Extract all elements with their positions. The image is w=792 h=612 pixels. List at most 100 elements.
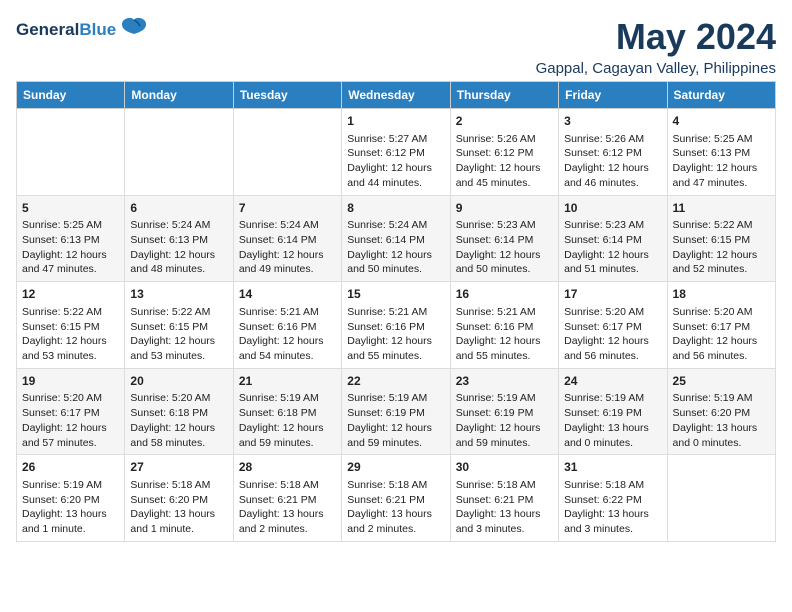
day-number: 16 xyxy=(456,286,553,303)
day-cell xyxy=(125,109,233,196)
page-subtitle: Gappal, Cagayan Valley, Philippines xyxy=(536,60,776,77)
day-cell: 20Sunrise: 5:20 AM Sunset: 6:18 PM Dayli… xyxy=(125,368,233,455)
day-cell: 10Sunrise: 5:23 AM Sunset: 6:14 PM Dayli… xyxy=(559,195,667,282)
day-cell: 30Sunrise: 5:18 AM Sunset: 6:21 PM Dayli… xyxy=(450,455,558,542)
day-number: 7 xyxy=(239,200,336,217)
day-cell: 7Sunrise: 5:24 AM Sunset: 6:14 PM Daylig… xyxy=(233,195,341,282)
day-cell: 9Sunrise: 5:23 AM Sunset: 6:14 PM Daylig… xyxy=(450,195,558,282)
day-info: Sunrise: 5:24 AM Sunset: 6:14 PM Dayligh… xyxy=(239,218,336,277)
day-info: Sunrise: 5:21 AM Sunset: 6:16 PM Dayligh… xyxy=(456,305,553,364)
day-info: Sunrise: 5:23 AM Sunset: 6:14 PM Dayligh… xyxy=(564,218,661,277)
header-sunday: Sunday xyxy=(17,82,125,109)
page-header: GeneralBlue May 2024 Gappal, Cagayan Val… xyxy=(16,16,776,77)
day-cell: 6Sunrise: 5:24 AM Sunset: 6:13 PM Daylig… xyxy=(125,195,233,282)
day-info: Sunrise: 5:22 AM Sunset: 6:15 PM Dayligh… xyxy=(22,305,119,364)
day-info: Sunrise: 5:20 AM Sunset: 6:17 PM Dayligh… xyxy=(22,391,119,450)
day-cell: 25Sunrise: 5:19 AM Sunset: 6:20 PM Dayli… xyxy=(667,368,775,455)
logo: GeneralBlue xyxy=(16,16,148,43)
header-row: SundayMondayTuesdayWednesdayThursdayFrid… xyxy=(17,82,776,109)
day-info: Sunrise: 5:25 AM Sunset: 6:13 PM Dayligh… xyxy=(673,132,770,191)
day-cell: 12 Sunrise: 5:22 AM Sunset: 6:15 PM Dayli… xyxy=(17,282,125,369)
header-saturday: Saturday xyxy=(667,82,775,109)
day-number: 19 xyxy=(22,373,119,390)
day-number: 6 xyxy=(130,200,227,217)
day-number: 3 xyxy=(564,113,661,130)
day-cell: 15 Sunrise: 5:21 AM Sunset: 6:16 PM Dayli… xyxy=(342,282,450,369)
day-cell: 1Sunrise: 5:27 AM Sunset: 6:12 PM Daylig… xyxy=(342,109,450,196)
day-cell: 22Sunrise: 5:19 AM Sunset: 6:19 PM Dayli… xyxy=(342,368,450,455)
day-cell: 29Sunrise: 5:18 AM Sunset: 6:21 PM Dayli… xyxy=(342,455,450,542)
day-number: 9 xyxy=(456,200,553,217)
day-info: Sunrise: 5:22 AM Sunset: 6:15 PM Dayligh… xyxy=(130,305,227,364)
week-row-2: 5Sunrise: 5:25 AM Sunset: 6:13 PM Daylig… xyxy=(17,195,776,282)
day-number: 23 xyxy=(456,373,553,390)
day-cell: 19Sunrise: 5:20 AM Sunset: 6:17 PM Dayli… xyxy=(17,368,125,455)
header-wednesday: Wednesday xyxy=(342,82,450,109)
day-number: 20 xyxy=(130,373,227,390)
day-cell: 24Sunrise: 5:19 AM Sunset: 6:19 PM Dayli… xyxy=(559,368,667,455)
day-info: Sunrise: 5:20 AM Sunset: 6:17 PM Dayligh… xyxy=(673,305,770,364)
day-cell: 17 Sunrise: 5:20 AM Sunset: 6:17 PM Dayli… xyxy=(559,282,667,369)
day-number: 10 xyxy=(564,200,661,217)
day-number: 21 xyxy=(239,373,336,390)
day-number: 30 xyxy=(456,459,553,476)
day-info: Sunrise: 5:21 AM Sunset: 6:16 PM Dayligh… xyxy=(347,305,444,364)
day-number: 25 xyxy=(673,373,770,390)
day-number: 14 xyxy=(239,286,336,303)
logo-blue: Blue xyxy=(79,20,116,39)
day-info: Sunrise: 5:19 AM Sunset: 6:19 PM Dayligh… xyxy=(456,391,553,450)
week-row-5: 26 Sunrise: 5:19 AM Sunset: 6:20 PM Dayli… xyxy=(17,455,776,542)
day-info: Sunrise: 5:24 AM Sunset: 6:13 PM Dayligh… xyxy=(130,218,227,277)
day-cell: 23Sunrise: 5:19 AM Sunset: 6:19 PM Dayli… xyxy=(450,368,558,455)
day-info: Sunrise: 5:26 AM Sunset: 6:12 PM Dayligh… xyxy=(564,132,661,191)
header-monday: Monday xyxy=(125,82,233,109)
day-info: Sunrise: 5:19 AM Sunset: 6:19 PM Dayligh… xyxy=(347,391,444,450)
day-cell: 2 Sunrise: 5:26 AM Sunset: 6:12 PM Daylig… xyxy=(450,109,558,196)
title-section: May 2024 Gappal, Cagayan Valley, Philipp… xyxy=(536,16,776,77)
day-info: Sunrise: 5:18 AM Sunset: 6:21 PM Dayligh… xyxy=(239,478,336,537)
week-row-1: 1Sunrise: 5:27 AM Sunset: 6:12 PM Daylig… xyxy=(17,109,776,196)
day-number: 13 xyxy=(130,286,227,303)
day-info: Sunrise: 5:27 AM Sunset: 6:12 PM Dayligh… xyxy=(347,132,444,191)
day-info: Sunrise: 5:20 AM Sunset: 6:17 PM Dayligh… xyxy=(564,305,661,364)
day-number: 8 xyxy=(347,200,444,217)
day-cell: 5Sunrise: 5:25 AM Sunset: 6:13 PM Daylig… xyxy=(17,195,125,282)
day-info: Sunrise: 5:22 AM Sunset: 6:15 PM Dayligh… xyxy=(673,218,770,277)
day-info: Sunrise: 5:21 AM Sunset: 6:16 PM Dayligh… xyxy=(239,305,336,364)
day-info: Sunrise: 5:20 AM Sunset: 6:18 PM Dayligh… xyxy=(130,391,227,450)
day-cell: 13 Sunrise: 5:22 AM Sunset: 6:15 PM Dayli… xyxy=(125,282,233,369)
day-number: 12 xyxy=(22,286,119,303)
day-info: Sunrise: 5:18 AM Sunset: 6:22 PM Dayligh… xyxy=(564,478,661,537)
week-row-4: 19Sunrise: 5:20 AM Sunset: 6:17 PM Dayli… xyxy=(17,368,776,455)
day-info: Sunrise: 5:18 AM Sunset: 6:21 PM Dayligh… xyxy=(347,478,444,537)
day-cell: 8Sunrise: 5:24 AM Sunset: 6:14 PM Daylig… xyxy=(342,195,450,282)
day-info: Sunrise: 5:23 AM Sunset: 6:14 PM Dayligh… xyxy=(456,218,553,277)
day-info: Sunrise: 5:26 AM Sunset: 6:12 PM Dayligh… xyxy=(456,132,553,191)
week-row-3: 12 Sunrise: 5:22 AM Sunset: 6:15 PM Dayli… xyxy=(17,282,776,369)
day-cell: 28Sunrise: 5:18 AM Sunset: 6:21 PM Dayli… xyxy=(233,455,341,542)
header-friday: Friday xyxy=(559,82,667,109)
day-cell: 16 Sunrise: 5:21 AM Sunset: 6:16 PM Dayli… xyxy=(450,282,558,369)
day-info: Sunrise: 5:19 AM Sunset: 6:19 PM Dayligh… xyxy=(564,391,661,450)
header-thursday: Thursday xyxy=(450,82,558,109)
day-info: Sunrise: 5:19 AM Sunset: 6:20 PM Dayligh… xyxy=(673,391,770,450)
day-number: 17 xyxy=(564,286,661,303)
day-number: 27 xyxy=(130,459,227,476)
day-info: Sunrise: 5:25 AM Sunset: 6:13 PM Dayligh… xyxy=(22,218,119,277)
day-cell: 31Sunrise: 5:18 AM Sunset: 6:22 PM Dayli… xyxy=(559,455,667,542)
day-number: 15 xyxy=(347,286,444,303)
day-cell: 4Sunrise: 5:25 AM Sunset: 6:13 PM Daylig… xyxy=(667,109,775,196)
day-info: Sunrise: 5:19 AM Sunset: 6:20 PM Dayligh… xyxy=(22,478,119,537)
day-info: Sunrise: 5:18 AM Sunset: 6:20 PM Dayligh… xyxy=(130,478,227,537)
day-number: 24 xyxy=(564,373,661,390)
day-cell: 26 Sunrise: 5:19 AM Sunset: 6:20 PM Dayli… xyxy=(17,455,125,542)
logo-general: General xyxy=(16,20,79,39)
day-cell xyxy=(667,455,775,542)
day-number: 18 xyxy=(673,286,770,303)
day-cell: 27 Sunrise: 5:18 AM Sunset: 6:20 PM Dayli… xyxy=(125,455,233,542)
logo-bird-icon xyxy=(120,16,148,43)
day-cell: 21Sunrise: 5:19 AM Sunset: 6:18 PM Dayli… xyxy=(233,368,341,455)
day-number: 2 xyxy=(456,113,553,130)
day-number: 26 xyxy=(22,459,119,476)
day-number: 11 xyxy=(673,200,770,217)
